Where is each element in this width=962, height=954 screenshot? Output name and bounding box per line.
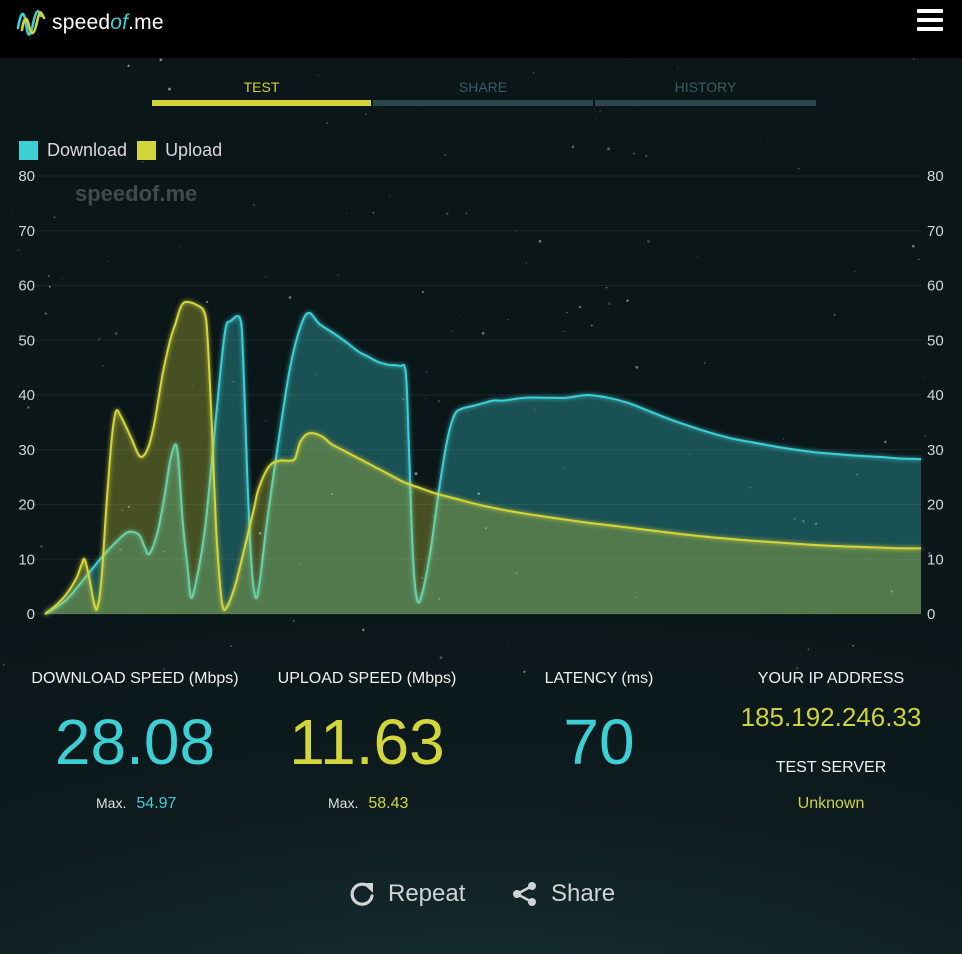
download-swatch [19, 141, 38, 160]
star [439, 656, 443, 659]
brand-logo[interactable]: speedof.me [16, 5, 164, 41]
star [325, 121, 329, 125]
upload-max-row: Max. 58.43 [328, 795, 408, 813]
star [599, 110, 602, 113]
upload-speed-value: 11.63 [289, 706, 445, 778]
star [645, 154, 648, 157]
star [759, 142, 762, 144]
upload-max-value: 58.43 [368, 795, 409, 812]
star [364, 113, 367, 116]
repeat-icon [350, 882, 374, 906]
tab-history[interactable]: HISTORY [595, 78, 816, 106]
upload-max-label: Max. [328, 795, 359, 811]
download-speed-value: 28.08 [54, 706, 216, 778]
legend-upload-label: Upload [165, 140, 223, 160]
star [256, 650, 258, 652]
y-tick-label-left: 60 [18, 278, 35, 295]
download-max-row: Max. 54.97 [96, 795, 176, 813]
star [571, 145, 575, 149]
y-tick-label-left: 0 [27, 606, 35, 623]
star [507, 642, 509, 644]
y-tick-label-left: 80 [18, 168, 35, 185]
y-tick-label-left: 10 [18, 551, 35, 568]
star [629, 62, 631, 64]
download-max-label: Max. [96, 795, 127, 811]
star [852, 644, 855, 647]
download-speed-title: DOWNLOAD SPEED (Mbps) [31, 670, 239, 687]
latency-value: 70 [563, 706, 635, 778]
star [595, 119, 597, 121]
hamburger-menu-icon[interactable] [917, 9, 943, 31]
star [127, 64, 130, 68]
star [913, 58, 915, 60]
chart-watermark: speedof.me [75, 181, 197, 206]
test-server-value: Unknown [797, 795, 865, 812]
test-server-title: TEST SERVER [775, 759, 887, 776]
ip-address-value: 185.192.246.33 [740, 702, 922, 732]
y-tick-label-right: 10 [927, 551, 944, 568]
tab-bar: TEST SHARE HISTORY [152, 78, 816, 106]
star [2, 663, 5, 666]
speedofme-wave-logo-icon [16, 10, 46, 36]
star [677, 66, 679, 68]
y-tick-label-right: 0 [927, 606, 935, 623]
legend-upload[interactable]: Upload [137, 140, 222, 161]
star [807, 648, 810, 651]
y-tick-label-left: 30 [18, 442, 35, 459]
legend-download[interactable]: Download [19, 140, 127, 161]
upload-swatch [137, 141, 157, 160]
share-label: Share [551, 880, 616, 907]
upload-speed-title: UPLOAD SPEED (Mbps) [277, 670, 457, 687]
legend-download-label: Download [47, 140, 128, 160]
star [230, 645, 232, 647]
y-tick-label-right: 50 [927, 332, 944, 349]
chart-legend: Download Upload [19, 140, 232, 161]
y-tick-label-right: 80 [927, 168, 944, 185]
ip-address-title: YOUR IP ADDRESS [757, 670, 905, 687]
brand-name: speedof.me [52, 11, 164, 34]
latency-title: LATENCY (ms) [544, 670, 654, 687]
tab-test[interactable]: TEST [152, 78, 371, 106]
y-tick-label-left: 20 [18, 497, 35, 514]
download-max-value: 54.97 [136, 795, 177, 812]
y-tick-label-right: 40 [927, 387, 944, 404]
share-button[interactable]: Share [511, 880, 615, 908]
y-tick-label-left: 50 [18, 332, 35, 349]
repeat-label: Repeat [388, 880, 466, 907]
y-tick-label-right: 30 [927, 442, 944, 459]
share-icon [513, 882, 536, 906]
star [159, 58, 163, 62]
y-tick-label-left: 40 [18, 387, 35, 404]
speed-chart: 0 0 10 10 20 20 30 30 40 40 50 50 60 60 70 70 80 80 speedo… [18, 168, 944, 623]
star [317, 74, 319, 76]
y-tick-label-right: 60 [927, 278, 944, 295]
star [607, 147, 610, 151]
star [532, 72, 535, 74]
star [632, 152, 635, 155]
star [444, 154, 447, 157]
repeat-button[interactable]: Repeat [348, 880, 465, 908]
top-bar: speedof.me [0, 0, 962, 58]
y-tick-label-left: 70 [18, 223, 35, 240]
tab-share[interactable]: SHARE [373, 78, 593, 106]
y-tick-label-right: 20 [927, 497, 944, 514]
y-tick-label-right: 70 [927, 223, 944, 240]
